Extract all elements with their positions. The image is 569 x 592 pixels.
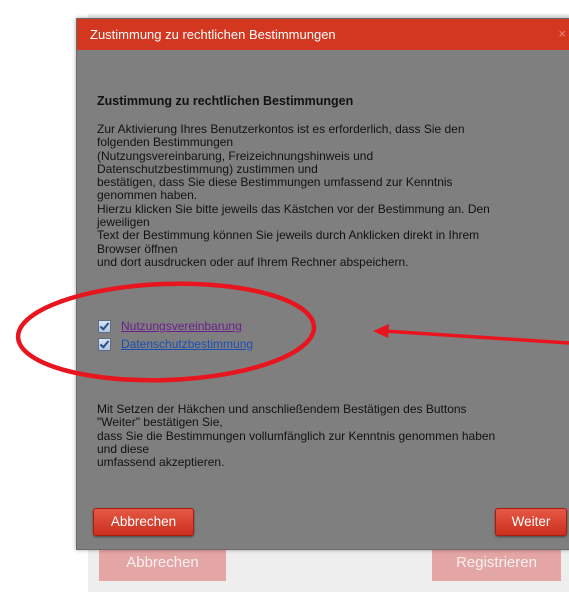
nutzungsvereinbarung-link[interactable]: Nutzungsvereinbarung — [121, 319, 242, 333]
background-cancel-button[interactable]: Abbrechen — [99, 545, 226, 581]
datenschutzbestimmung-link[interactable]: Datenschutzbestimmung — [121, 337, 253, 351]
next-button[interactable]: Weiter — [495, 508, 567, 536]
confirmation-line: "Weiter" bestätigen Sie, — [97, 415, 223, 430]
intro-line: und dort ausdrucken oder auf Ihrem Rechn… — [97, 254, 409, 269]
confirmation-line: dass Sie die Bestimmungen vollumfänglich… — [97, 428, 496, 443]
intro-line: jeweiligen — [97, 215, 150, 230]
checkbox-datenschutzbestimmung[interactable] — [98, 337, 111, 351]
check-row-nutzungsvereinbarung: Nutzungsvereinbarung — [98, 317, 253, 335]
page: Abbrechen Registrieren Zustimmung zu rec… — [0, 0, 569, 592]
close-icon[interactable]: × — [558, 26, 566, 41]
intro-line: Browser öffnen — [97, 241, 178, 256]
check-row-datenschutzbestimmung: Datenschutzbestimmung — [98, 335, 253, 353]
dialog-titlebar: Zustimmung zu rechtlichen Bestimmungen × — [77, 19, 569, 50]
intro-line: genommen haben. — [97, 188, 198, 203]
intro-line: Zur Aktivierung Ihres Benutzerkontos ist… — [97, 122, 465, 136]
cancel-button[interactable]: Abbrechen — [93, 508, 194, 536]
consent-dialog: Zustimmung zu rechtlichen Bestimmungen ×… — [76, 18, 569, 550]
confirmation-line: und diese — [97, 441, 150, 456]
background-register-button[interactable]: Registrieren — [432, 545, 561, 581]
intro-line: Hierzu klicken Sie bitte jeweils das Käs… — [97, 201, 490, 216]
confirmation-paragraph: Mit Setzen der Häkchen und anschließende… — [97, 402, 569, 470]
consent-checklist: Nutzungsvereinbarung Datenschutzbestimmu… — [98, 317, 253, 353]
intro-line: (Nutzungsvereinbarung, Freizeichnungshin… — [97, 148, 374, 163]
checkbox-nutzungsvereinbarung[interactable] — [98, 319, 111, 333]
intro-paragraph: Zur Aktivierung Ihres Benutzerkontos ist… — [97, 122, 569, 269]
dialog-heading: Zustimmung zu rechtlichen Bestimmungen — [97, 94, 354, 108]
confirmation-line: Mit Setzen der Häkchen und anschließende… — [97, 402, 467, 416]
dialog-title: Zustimmung zu rechtlichen Bestimmungen — [90, 27, 336, 42]
intro-line: Datenschutzbestimmung) zustimmen und — [97, 161, 318, 176]
intro-line: bestätigen, dass Sie diese Bestimmungen … — [97, 175, 453, 190]
intro-line: folgenden Bestimmungen — [97, 135, 234, 150]
intro-line: Text der Bestimmung können Sie jeweils d… — [97, 228, 480, 243]
confirmation-line: umfassend akzeptieren. — [97, 455, 225, 470]
